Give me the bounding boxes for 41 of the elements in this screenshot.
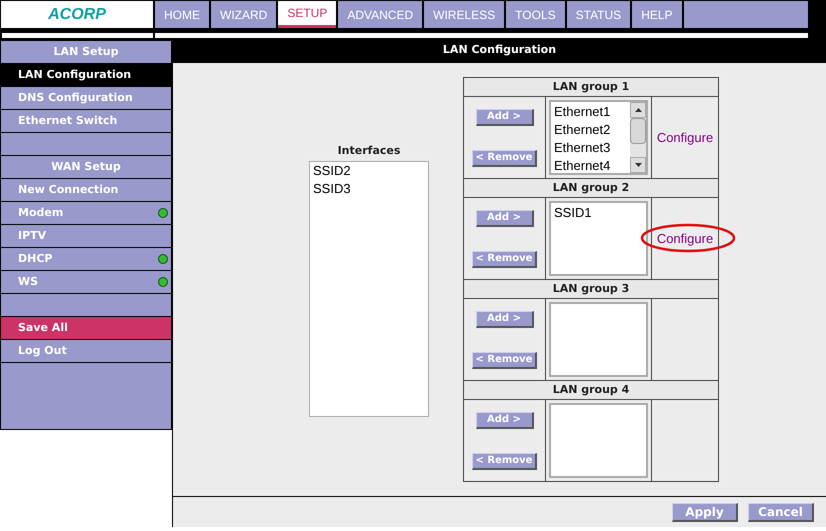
member-list[interactable]: Ethernet1 Ethernet2 Ethernet3 Ethernet4 bbox=[549, 100, 648, 175]
sidebar-item[interactable]: LAN Configuration bbox=[1, 64, 171, 87]
member-list[interactable] bbox=[549, 403, 648, 478]
footer-button[interactable]: Cancel bbox=[748, 502, 814, 522]
panel-title: LAN Configuration bbox=[173, 38, 826, 63]
nav-tab[interactable]: HOME bbox=[155, 1, 209, 28]
footer-button[interactable]: Apply bbox=[672, 502, 738, 522]
remove-button[interactable]: < Remove bbox=[472, 150, 538, 166]
remove-button[interactable]: < Remove bbox=[472, 452, 538, 470]
scrollbar-icon bbox=[630, 102, 646, 173]
remove-button[interactable]: < Remove bbox=[472, 250, 538, 268]
list-option[interactable]: Ethernet1 bbox=[554, 103, 627, 121]
nav-tab[interactable]: WIZARD bbox=[211, 1, 276, 28]
nav-tab[interactable]: ADVANCED bbox=[338, 1, 422, 28]
nav-tab[interactable]: STATUS bbox=[566, 1, 630, 28]
list-option[interactable]: Ethernet4 bbox=[554, 157, 627, 175]
logo: ACORP bbox=[48, 4, 106, 24]
nav-tab[interactable]: WIRELESS bbox=[424, 1, 504, 28]
sidebar-item[interactable]: Save All bbox=[1, 317, 171, 340]
list-option[interactable]: SSID3 bbox=[313, 180, 425, 198]
nav-tab[interactable]: SETUP bbox=[278, 1, 336, 28]
list-option[interactable]: Ethernet2 bbox=[554, 121, 627, 139]
group-header: LAN group 3 bbox=[464, 280, 718, 299]
add-button[interactable]: Add > bbox=[476, 412, 534, 428]
member-list[interactable]: SSID1 bbox=[549, 201, 648, 276]
add-button[interactable]: Add > bbox=[476, 108, 534, 126]
add-button[interactable]: Add > bbox=[476, 210, 534, 226]
add-button[interactable]: Add > bbox=[476, 310, 534, 328]
interfaces-list[interactable]: SSID2 SSID3 bbox=[309, 160, 429, 416]
configure-link[interactable]: Configure bbox=[656, 128, 714, 148]
nav-tab[interactable]: TOOLS bbox=[506, 1, 565, 28]
group-header: LAN group 4 bbox=[464, 381, 718, 400]
group-header: LAN group 2 bbox=[464, 179, 718, 198]
group-header: LAN group 1 bbox=[464, 78, 718, 97]
member-list[interactable] bbox=[549, 302, 648, 377]
interfaces-label: Interfaces bbox=[338, 143, 400, 159]
list-option[interactable]: Ethernet3 bbox=[554, 139, 627, 157]
remove-button[interactable]: < Remove bbox=[472, 352, 538, 368]
nav-tab[interactable]: HELP bbox=[632, 1, 682, 28]
list-option[interactable]: SSID1 bbox=[554, 204, 643, 222]
list-option[interactable]: SSID2 bbox=[313, 162, 425, 180]
